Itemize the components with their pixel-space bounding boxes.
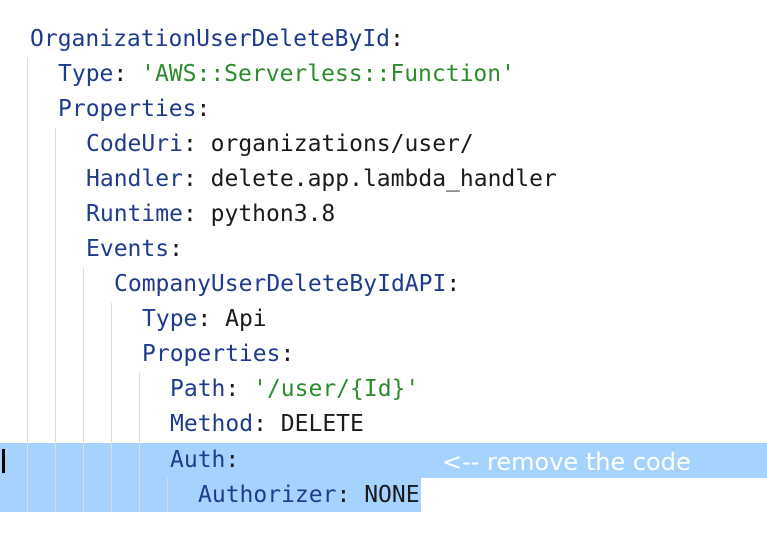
yaml-value: Api xyxy=(225,306,267,332)
indent-guide xyxy=(167,478,168,512)
code-line[interactable]: OrganizationUserDeleteById: xyxy=(30,22,404,57)
indent-guide xyxy=(27,58,28,512)
yaml-key: Type xyxy=(142,306,198,332)
yaml-key: CompanyUserDeleteByIdAPI xyxy=(114,271,447,297)
yaml-string-value: '/user/{Id}' xyxy=(253,376,420,402)
code-line[interactable]: Events: xyxy=(86,232,183,267)
code-editor[interactable]: OrganizationUserDeleteById: Type: 'AWS::… xyxy=(0,0,767,550)
yaml-key: OrganizationUserDeleteById xyxy=(30,26,391,52)
yaml-key: Properties xyxy=(142,341,281,367)
code-line[interactable]: Properties: xyxy=(58,92,210,127)
code-line[interactable]: Runtime: python3.8 xyxy=(86,197,335,232)
annotation-note: <-- remove the code xyxy=(442,448,691,476)
yaml-key: Type xyxy=(58,61,114,87)
code-line-selected[interactable]: Auth: xyxy=(170,443,239,478)
yaml-string-value: 'AWS::Serverless::Function' xyxy=(141,61,515,87)
code-line[interactable]: Method: DELETE xyxy=(170,407,364,442)
yaml-value: python3.8 xyxy=(210,201,336,227)
yaml-key: Auth xyxy=(170,447,226,473)
yaml-key: Method xyxy=(170,411,254,437)
indent-guide xyxy=(111,303,112,512)
code-line[interactable]: Properties: xyxy=(142,337,294,372)
yaml-key: Path xyxy=(170,376,226,402)
yaml-value: organizations/user/ xyxy=(210,131,474,157)
indent-guide xyxy=(83,268,84,512)
yaml-key: Authorizer xyxy=(198,482,337,508)
yaml-key: Handler xyxy=(86,166,183,192)
yaml-key: Runtime xyxy=(86,201,183,227)
code-line[interactable]: Type: 'AWS::Serverless::Function' xyxy=(58,57,515,92)
code-line[interactable]: Path: '/user/{Id}' xyxy=(170,372,419,407)
text-caret xyxy=(2,449,5,473)
code-line-selected[interactable]: Authorizer: NONE xyxy=(198,478,420,513)
indent-guide xyxy=(55,128,56,512)
yaml-key: Events xyxy=(86,236,170,262)
code-line[interactable]: CodeUri: organizations/user/ xyxy=(86,127,474,162)
yaml-value: delete.app.lambda_handler xyxy=(210,166,557,192)
code-line[interactable]: Handler: delete.app.lambda_handler xyxy=(86,162,557,197)
code-line[interactable]: Type: Api xyxy=(142,302,267,337)
indent-guide xyxy=(139,373,140,512)
yaml-value: NONE xyxy=(364,482,420,508)
yaml-key: CodeUri xyxy=(86,131,183,157)
code-line[interactable]: CompanyUserDeleteByIdAPI: xyxy=(114,267,460,302)
yaml-value: DELETE xyxy=(280,411,364,437)
yaml-key: Properties xyxy=(58,96,197,122)
